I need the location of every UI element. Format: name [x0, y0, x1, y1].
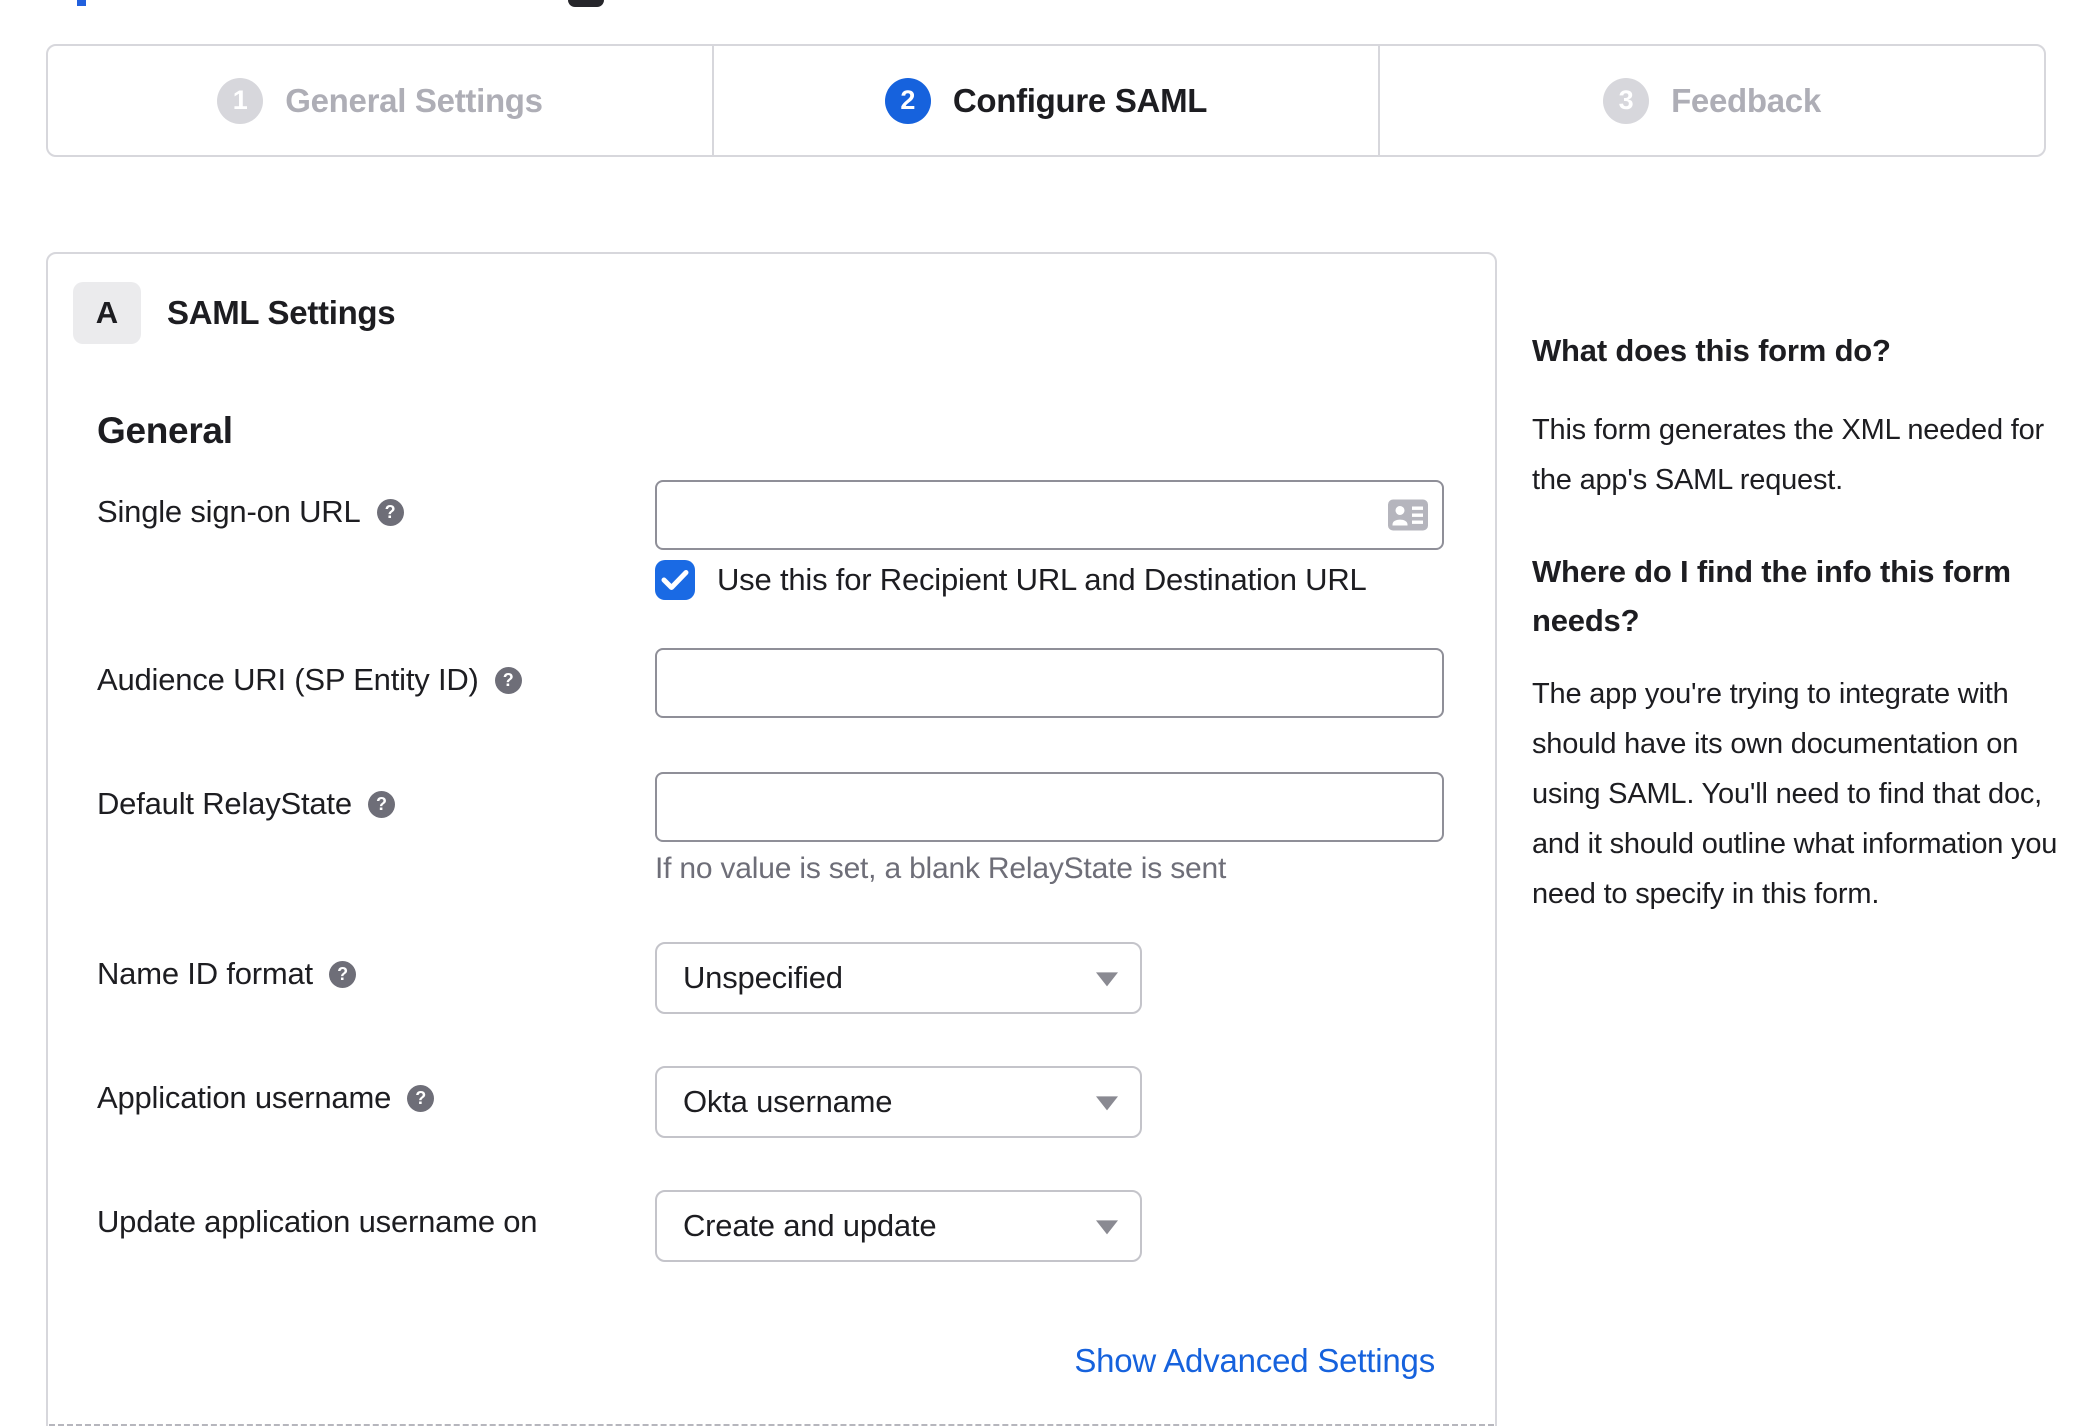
- name-id-format-label: Name ID format ?: [97, 956, 356, 992]
- general-heading: General: [97, 410, 233, 451]
- section-a-badge: A: [73, 282, 141, 344]
- caret-down-icon: [1096, 1220, 1118, 1235]
- help-icon[interactable]: ?: [376, 498, 404, 526]
- step-label: Feedback: [1671, 81, 1821, 119]
- default-relaystate-helper: If no value is set, a blank RelayState i…: [655, 852, 1227, 885]
- configure-saml-page: 1 General Settings 2 Configure SAML 3 Fe…: [0, 0, 2092, 1426]
- help-icon[interactable]: ?: [328, 960, 356, 988]
- caret-down-icon: [1096, 972, 1118, 987]
- step-number-badge: 2: [884, 77, 931, 124]
- cropped-header-fragment-dark: [568, 0, 604, 7]
- default-relaystate-input[interactable]: [655, 772, 1444, 842]
- application-username-label: Application username ?: [97, 1080, 435, 1116]
- step-configure-saml[interactable]: 2 Configure SAML: [712, 46, 1378, 155]
- update-application-username-label: Update application username on: [97, 1204, 538, 1239]
- default-relaystate-input-wrap: [655, 772, 1444, 842]
- default-relaystate-label: Default RelayState ?: [97, 786, 395, 822]
- show-advanced-settings-link[interactable]: Show Advanced Settings: [1074, 1342, 1435, 1380]
- audience-uri-input[interactable]: [655, 648, 1444, 718]
- step-feedback[interactable]: 3 Feedback: [1378, 46, 2044, 155]
- section-title: SAML Settings: [167, 294, 396, 331]
- saml-settings-card: A SAML Settings General Single sign-on U…: [46, 252, 1497, 1426]
- wizard-stepper: 1 General Settings 2 Configure SAML 3 Fe…: [46, 44, 2046, 157]
- audience-uri-label: Audience URI (SP Entity ID) ?: [97, 662, 522, 698]
- help-panel-body-1: This form generates the XML needed for t…: [1532, 414, 2044, 496]
- update-application-username-select[interactable]: Create and update: [655, 1190, 1142, 1262]
- caret-down-icon: [1096, 1096, 1118, 1111]
- help-panel: What does this form do? This form genera…: [1532, 326, 2080, 961]
- step-label: General Settings: [285, 81, 543, 119]
- checkmark-icon: [661, 570, 689, 590]
- help-icon[interactable]: ?: [494, 666, 522, 694]
- section-header: A SAML Settings: [73, 282, 396, 344]
- recipient-url-checkbox[interactable]: [655, 560, 695, 600]
- single-sign-on-url-label: Single sign-on URL ?: [97, 494, 404, 530]
- recipient-url-checkbox-row: Use this for Recipient URL and Destinati…: [655, 560, 1367, 600]
- application-username-select[interactable]: Okta username: [655, 1066, 1142, 1138]
- cropped-header-fragment-blue: [77, 0, 86, 6]
- help-panel-title-2: Where do I find the info this form needs…: [1532, 554, 2011, 638]
- audience-uri-input-wrap: [655, 648, 1444, 718]
- update-application-username-value: Create and update: [683, 1208, 937, 1243]
- help-icon[interactable]: ?: [367, 790, 395, 818]
- single-sign-on-url-input-wrap: [655, 480, 1444, 550]
- single-sign-on-url-input[interactable]: [655, 480, 1444, 550]
- step-number-badge: 3: [1603, 77, 1650, 124]
- application-username-value: Okta username: [683, 1084, 893, 1119]
- recipient-url-checkbox-label: Use this for Recipient URL and Destinati…: [717, 562, 1367, 597]
- help-panel-body-2: The app you're trying to integrate with …: [1532, 678, 2058, 910]
- step-general-settings[interactable]: 1 General Settings: [48, 46, 712, 155]
- step-number-badge: 1: [217, 77, 264, 124]
- name-id-format-select[interactable]: Unspecified: [655, 942, 1142, 1014]
- help-icon[interactable]: ?: [407, 1084, 435, 1112]
- contact-card-icon: [1388, 499, 1428, 531]
- step-label: Configure SAML: [952, 81, 1208, 119]
- help-panel-title-1: What does this form do?: [1532, 333, 1891, 368]
- name-id-format-value: Unspecified: [683, 960, 843, 995]
